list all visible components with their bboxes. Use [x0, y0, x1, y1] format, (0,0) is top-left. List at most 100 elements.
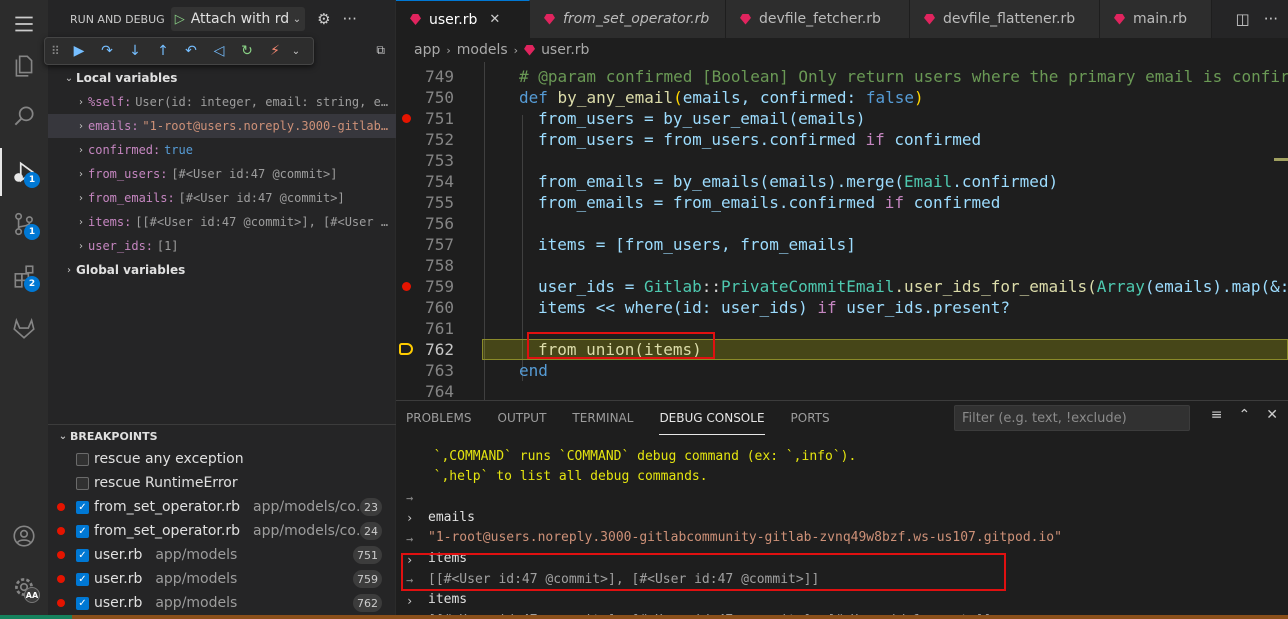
breadcrumb-item[interactable]: user.rb	[541, 42, 589, 58]
code-line: 751 from_users = by_user_email(emails)	[396, 108, 1288, 129]
tab-terminal[interactable]: TERMINAL	[572, 401, 633, 435]
close-icon[interactable]: ✕	[489, 12, 500, 27]
extensions-badge: 2	[24, 276, 40, 292]
tab-main-rb[interactable]: main.rb	[1100, 0, 1212, 38]
breakpoint-dot-icon	[57, 551, 65, 559]
remote-indicator[interactable]	[0, 615, 72, 619]
tab-ports[interactable]: PORTS	[791, 401, 830, 435]
tab-debug-console[interactable]: DEBUG CONSOLE	[659, 401, 765, 435]
run-debug-icon[interactable]: 1	[0, 148, 48, 196]
breakpoints-header[interactable]: ⌄ BREAKPOINTS	[48, 425, 396, 447]
breadcrumb-item[interactable]: models	[457, 42, 508, 58]
chevron-down-icon[interactable]: ⌄	[289, 40, 303, 62]
tab-from-set-operator[interactable]: from_set_operator.rb	[530, 0, 726, 38]
variable-row[interactable]: › %self: User(id: integer, email: string…	[48, 90, 396, 114]
code-line: 756	[425, 214, 454, 233]
sidebar: RUN AND DEBUG ▷ Attach with rdbg ⌄ ⚙ ···…	[44, 0, 396, 619]
account-icon[interactable]	[0, 512, 48, 560]
clear-console-icon[interactable]: ≡	[1211, 407, 1223, 423]
files-icon[interactable]	[0, 42, 48, 90]
breakpoint-checkbox[interactable]	[76, 452, 89, 466]
variable-row[interactable]: › confirmed: true	[48, 138, 396, 162]
chevron-right-icon: ›	[79, 96, 83, 108]
console-filter-input[interactable]: Filter (e.g. text, !exclude)	[954, 405, 1190, 431]
maximize-panel-icon[interactable]: ⌃	[1239, 407, 1251, 423]
gear-icon[interactable]: ⚙	[317, 10, 330, 28]
step-out-icon[interactable]: ↑	[149, 40, 177, 62]
code-line: 757 items = [from_users, from_emails]	[425, 235, 856, 254]
tab-output[interactable]: OUTPUT	[498, 401, 547, 435]
console-line[interactable]: › [[#<User id:47 @commit>], [#<User id:4…	[396, 530, 819, 587]
start-debug-icon[interactable]: ▷	[175, 12, 185, 27]
breakpoint-item[interactable]: rescue RuntimeError	[48, 471, 396, 495]
breadcrumb-item[interactable]: app	[414, 42, 440, 58]
scrollbar-marker[interactable]	[1274, 158, 1288, 161]
more-actions-icon[interactable]: ···	[1264, 10, 1278, 28]
variable-row[interactable]: › user_ids: [1]	[48, 234, 396, 258]
breakpoint-item[interactable]: ✓ user.rb app/models 751	[48, 543, 396, 567]
tab-devfile-fetcher[interactable]: devfile_fetcher.rb	[726, 0, 910, 38]
breakpoint-item[interactable]: rescue any exception	[48, 447, 396, 471]
breakpoint-checkbox[interactable]: ✓	[76, 572, 89, 586]
console-line: → items	[406, 532, 468, 566]
breakpoint-item[interactable]: ✓ user.rb app/models 762	[48, 591, 396, 615]
local-variables-scope[interactable]: ⌄ Local variables	[48, 66, 396, 90]
close-icon[interactable]: ✕	[1266, 407, 1278, 423]
chevron-right-icon: ›	[79, 192, 83, 204]
code-line: 750 def by_any_email(emails, confirmed: …	[425, 88, 924, 107]
tab-actions: ◫ ···	[1222, 0, 1288, 38]
step-into-icon[interactable]: ↓	[121, 40, 149, 62]
split-editor-icon[interactable]: ◫	[1236, 10, 1250, 28]
breakpoint-checkbox[interactable]: ✓	[76, 524, 89, 538]
breakpoint-checkbox[interactable]: ✓	[76, 548, 89, 562]
step-back-icon[interactable]: ↶	[177, 40, 205, 62]
breakpoint-item[interactable]: ✓ from_set_operator.rb app/models/co… 23	[48, 495, 396, 519]
global-variables-scope[interactable]: › Global variables	[48, 258, 396, 282]
breakpoint-checkbox[interactable]: ✓	[76, 500, 89, 514]
settings-gear-icon[interactable]: AA	[0, 563, 48, 611]
ruby-file-icon	[740, 13, 751, 25]
search-icon[interactable]	[0, 92, 48, 140]
variables-section: ⌄ Local variables › %self: User(id: inte…	[48, 66, 396, 282]
activity-bar: 1 1 2 AA	[0, 0, 48, 619]
reverse-icon[interactable]: ◁	[205, 40, 233, 62]
tab-user-rb[interactable]: user.rb ✕	[396, 0, 530, 38]
more-actions-icon[interactable]: ···	[343, 10, 357, 28]
breakpoint-checkbox[interactable]	[76, 476, 89, 490]
menu-icon[interactable]	[0, 0, 48, 48]
annotation-box-current-line	[527, 332, 715, 359]
source-control-icon[interactable]: 1	[0, 200, 48, 248]
extensions-icon[interactable]: 2	[0, 252, 48, 300]
breakpoint-checkbox[interactable]: ✓	[76, 596, 89, 610]
breakpoint-dot-icon	[57, 575, 65, 583]
debug-config-select[interactable]: ▷ Attach with rdbg ⌄	[170, 7, 306, 31]
variable-row[interactable]: › from_emails: [#<User id:47 @commit>]	[48, 186, 396, 210]
continue-icon[interactable]: ▶	[65, 40, 93, 62]
debug-toolbar: ⠿ ▶ ↷ ↓ ↑ ↶ ◁ ↻ ⚡ ⌄	[44, 37, 314, 65]
breakpoint-item[interactable]: ✓ user.rb app/models 759	[48, 567, 396, 591]
drag-handle-icon[interactable]: ⠿	[51, 44, 65, 58]
ruby-file-icon	[924, 13, 935, 25]
code-line: 764	[425, 382, 454, 400]
chevron-down-icon[interactable]: ⌄	[293, 14, 301, 25]
editor-tabs: user.rb ✕ from_set_operator.rb devfile_f…	[396, 0, 1288, 38]
gitlab-icon[interactable]	[0, 304, 48, 352]
tab-devfile-flattener[interactable]: devfile_flattener.rb	[910, 0, 1100, 38]
collapse-all-icon[interactable]: ⧉	[376, 43, 385, 58]
console-input[interactable]: ›	[396, 595, 443, 619]
breakpoints-section: ⌄ BREAKPOINTS rescue any exception rescu…	[48, 424, 396, 615]
debug-console-output[interactable]: `,COMMAND` runs `COMMAND` debug command …	[396, 435, 1288, 619]
disconnect-icon[interactable]: ⚡	[261, 40, 289, 62]
tab-problems[interactable]: PROBLEMS	[406, 401, 472, 435]
step-over-icon[interactable]: ↷	[93, 40, 121, 62]
console-line: `,COMMAND` runs `COMMAND` debug command …	[418, 449, 857, 464]
code-line: 754 from_emails = by_emails(emails).merg…	[425, 172, 1059, 191]
breakpoint-dot-icon	[57, 503, 65, 511]
breakpoint-item[interactable]: ✓ from_set_operator.rb app/models/co… 24	[48, 519, 396, 543]
variable-row[interactable]: › from_users: [#<User id:47 @commit>]	[48, 162, 396, 186]
restart-icon[interactable]: ↻	[233, 40, 261, 62]
code-line: 755 from_emails = from_emails.confirmed …	[425, 193, 1001, 212]
console-line[interactable]: › "1-root@users.noreply.3000-gitlabcommu…	[396, 488, 1062, 545]
variable-row[interactable]: › items: [[#<User id:47 @commit>], [#<Us…	[48, 210, 396, 234]
variable-row[interactable]: › emails: "1-root@users.noreply.3000-git…	[48, 114, 396, 138]
